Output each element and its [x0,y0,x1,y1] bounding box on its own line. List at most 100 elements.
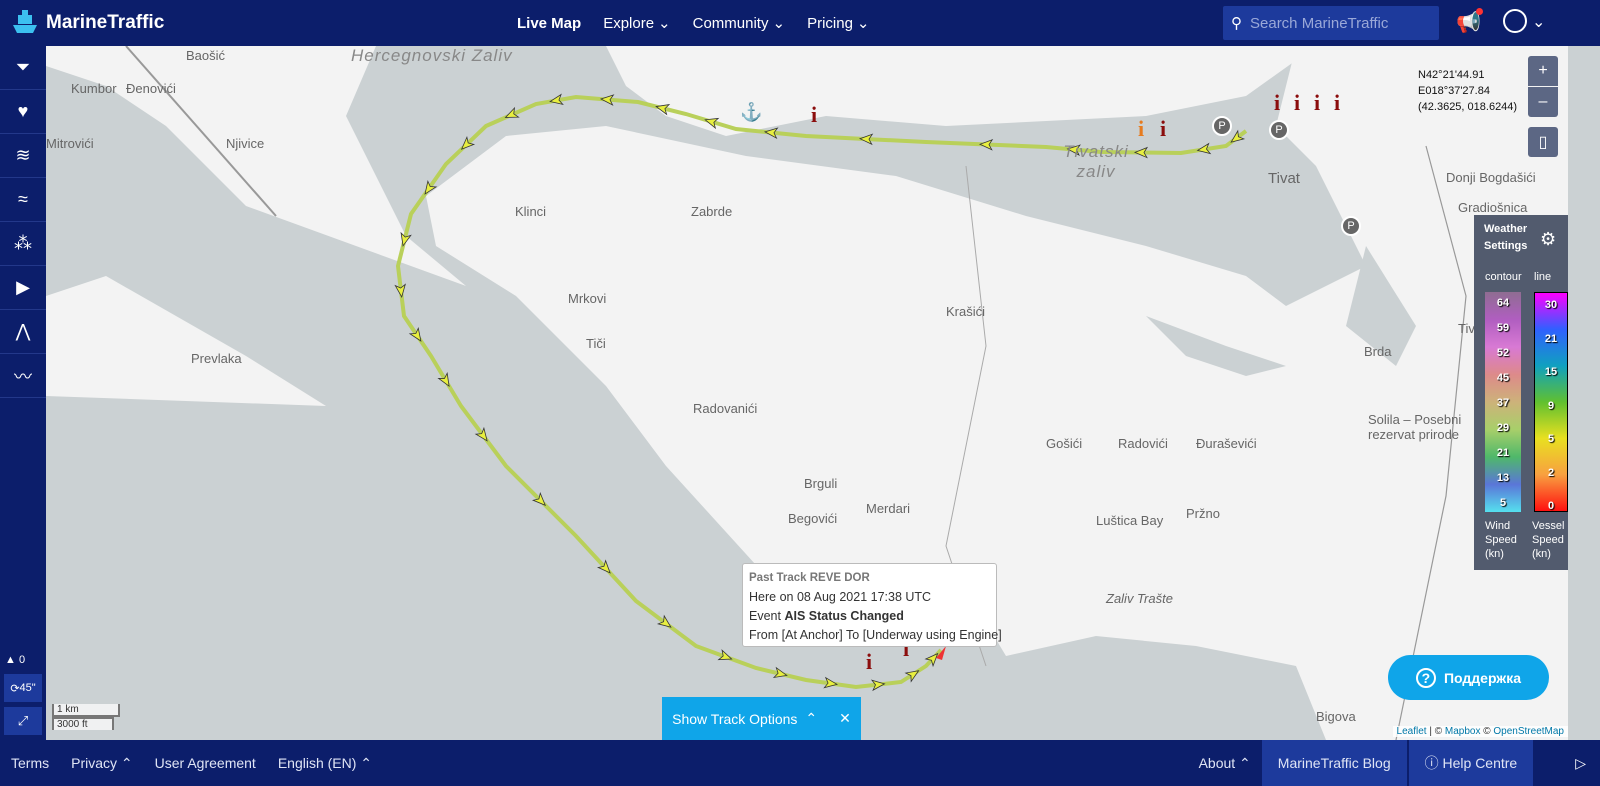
info-marker[interactable]: i [1138,116,1144,142]
terms-link[interactable]: Terms [0,755,60,771]
popup-event: Event AIS Status Changed [749,609,904,623]
language-selector[interactable]: English (EN) ⌃ [267,755,383,772]
wind-scale-value: 13 [1496,472,1510,484]
ship-logo-icon [13,10,37,33]
leaflet-link[interactable]: Leaflet [1397,726,1427,737]
map-type-icon[interactable]: ▯ [1528,127,1558,157]
port-icon[interactable]: P [1341,216,1361,236]
contour-label: contour [1485,271,1522,283]
zoom-out-button[interactable]: – [1528,87,1558,117]
place-label: Zabrde [691,204,733,219]
place-label: Gradiošnica [1458,200,1528,215]
blog-link[interactable]: MarineTraffic Blog [1261,740,1407,786]
filter-icon[interactable]: ⏷ [0,46,46,90]
heart-icon[interactable]: ♥ [0,90,46,134]
zoom-in-button[interactable]: + [1528,56,1558,86]
density-icon[interactable]: ⁂ [0,222,46,266]
nav-pricing[interactable]: Pricing ⌄ [807,14,869,33]
place-label: Klinci [515,204,547,219]
place-label: Brda [1364,344,1392,359]
privacy-link[interactable]: Privacy ⌃ [60,755,144,772]
wind-scale-value: 37 [1496,397,1510,409]
place-label: Brguli [804,476,838,491]
weather-legend: Weather Settings ⚙ contour line 64 59 52 45… [1474,215,1568,570]
mapbox-link[interactable]: Mapbox [1445,726,1481,737]
measure-icon[interactable]: ⋀ [0,310,46,354]
popup-title: Past Track REVE DOR [749,572,870,584]
port-icon[interactable]: P [1269,120,1289,140]
place-label: Gošići [1046,436,1083,451]
help-icon: ? [1415,667,1436,688]
vessel-scale-value: 2 [1547,466,1555,479]
info-marker[interactable]: i [1314,90,1320,116]
chevron-down-icon[interactable]: ⌄ [1532,12,1545,32]
about-link[interactable]: About ⌃ [1188,755,1262,772]
place-label: Tiči [586,336,606,351]
place-label: Zaliv Trašte [1106,591,1173,606]
info-marker[interactable]: i [1274,90,1280,116]
place-label: Mitrovići [46,136,94,151]
place-label: Bigova [1316,709,1356,724]
wind-scale-value: 64 [1496,297,1510,309]
track-arrow-icon [504,106,520,118]
search-icon: ⚲ [1231,15,1242,32]
info-marker[interactable]: i [811,102,817,128]
vessel-scale-value: 9 [1547,399,1555,412]
google-play-icon[interactable]: ▷ [1561,755,1600,772]
nav-live-map[interactable]: Live Map [517,14,581,32]
info-marker[interactable]: i [1334,90,1340,116]
fullscreen-button[interactable]: ⤢ [4,707,42,735]
refresh-button[interactable]: ⟳ 45" [4,674,42,702]
track-popup: Past Track REVE DOR Here on 08 Aug 2021 … [742,563,1002,647]
wind-scale-value: 5 [1499,497,1507,509]
close-icon[interactable]: ✕ [839,710,851,727]
play-icon[interactable]: ▶ [0,266,46,310]
info-marker[interactable]: i [1160,116,1166,142]
gear-icon[interactable]: ⚙ [1540,229,1556,250]
place-label: Tivat [1268,170,1300,187]
search-input[interactable]: ⚲ Search MarineTraffic [1223,6,1439,40]
vessel-scale-value: 5 [1547,433,1555,445]
main-nav: Live Map Explore ⌄ Community ⌄ Pricing ⌄ [517,14,870,33]
place-label: Radovići [1118,436,1168,451]
nav-community[interactable]: Community ⌄ [693,14,785,33]
search-placeholder: Search MarineTraffic [1250,14,1389,32]
place-label: Pržno [1186,506,1220,521]
osm-link[interactable]: OpenStreetMap [1493,726,1564,737]
vessel-scale-value: 30 [1544,299,1558,311]
vessel-speed-label: Vessel Speed (kn) [1532,520,1565,560]
wind-icon[interactable]: ≈ [0,178,46,222]
anchor-icon[interactable]: ⚓ [740,102,762,123]
wind-scale-value: 29 [1496,422,1510,434]
user-agreement-link[interactable]: User Agreement [144,755,267,771]
place-label: Donji Bogdašići [1446,170,1536,185]
help-centre-link[interactable]: ⓘ Help Centre [1408,740,1534,786]
wind-speed-label: Wind Speed (kn) [1485,520,1517,560]
layers-icon[interactable]: ≋ [0,134,46,178]
chevron-up-icon: ⌃ [805,710,818,726]
track-options-button[interactable]: Show Track Options ⌃ ✕ [662,697,861,740]
info-marker[interactable]: i [866,649,872,675]
port-icon[interactable]: P [1212,116,1232,136]
notifications-icon[interactable]: 📢 [1456,8,1483,35]
support-button[interactable]: ? Поддержка [1388,655,1549,700]
wind-scale-value: 59 [1496,322,1510,334]
place-label: Prevlaka [191,351,242,366]
place-label: Begovići [788,511,838,526]
nav-explore[interactable]: Explore ⌄ [603,14,670,33]
track-icon[interactable]: 〰 [0,354,46,398]
wind-scale-value: 21 [1496,447,1510,459]
top-navbar: MarineTraffic Live Map Explore ⌄ Communi… [0,0,1600,46]
place-label: Radovanići [693,401,758,416]
place-label: Njivice [226,136,265,151]
footer: Terms Privacy ⌃ User Agreement English (… [0,740,1600,786]
place-label: Luštica Bay [1096,513,1164,528]
info-marker[interactable]: i [1294,90,1300,116]
popup-time: Here on 08 Aug 2021 17:38 UTC [749,590,932,604]
place-label: Kumbor [71,81,117,96]
brand-logo[interactable]: MarineTraffic [0,9,470,37]
coordinate-readout: N42°21'44.91 E018°37'27.84 (42.3625, 018.6… [1418,69,1518,113]
place-label: Mrkovi [568,291,607,306]
sidebar: ⏷ ♥ ≋ ≈ ⁂ ▶ ⋀ 〰 ▲ 0 ⟳ 45" ⤢ [0,46,46,740]
user-account-icon[interactable] [1503,9,1527,33]
